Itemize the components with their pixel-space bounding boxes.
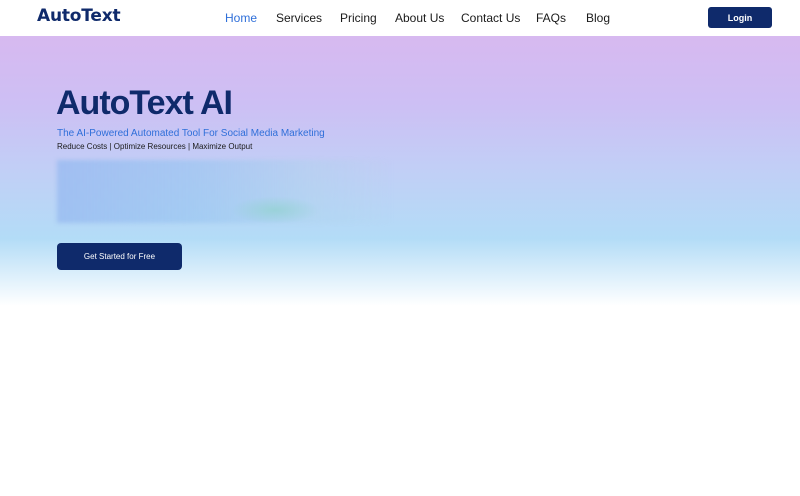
hero-subtitle: The AI-Powered Automated Tool For Social… <box>57 128 325 139</box>
hero-decorative-blur <box>57 160 393 223</box>
nav-blog[interactable]: Blog <box>586 11 610 25</box>
nav-about-us[interactable]: About Us <box>395 11 444 25</box>
nav-pricing[interactable]: Pricing <box>340 11 377 25</box>
nav-home[interactable]: Home <box>225 11 257 25</box>
hero-section: AutoText AI The AI-Powered Automated Too… <box>0 36 800 306</box>
hero-title: AutoText AI <box>56 84 233 122</box>
get-started-button[interactable]: Get Started for Free <box>57 243 182 270</box>
site-header: AutoText Home Services Pricing About Us … <box>0 0 800 36</box>
hero-decorative-accent <box>230 196 320 224</box>
nav-services[interactable]: Services <box>276 11 322 25</box>
autotext-logo[interactable]: AutoText <box>37 6 121 26</box>
nav-faqs[interactable]: FAQs <box>536 11 566 25</box>
hero-tagline: Reduce Costs | Optimize Resources | Maxi… <box>57 142 253 151</box>
nav-contact-us[interactable]: Contact Us <box>461 11 520 25</box>
login-button[interactable]: Login <box>708 7 772 28</box>
